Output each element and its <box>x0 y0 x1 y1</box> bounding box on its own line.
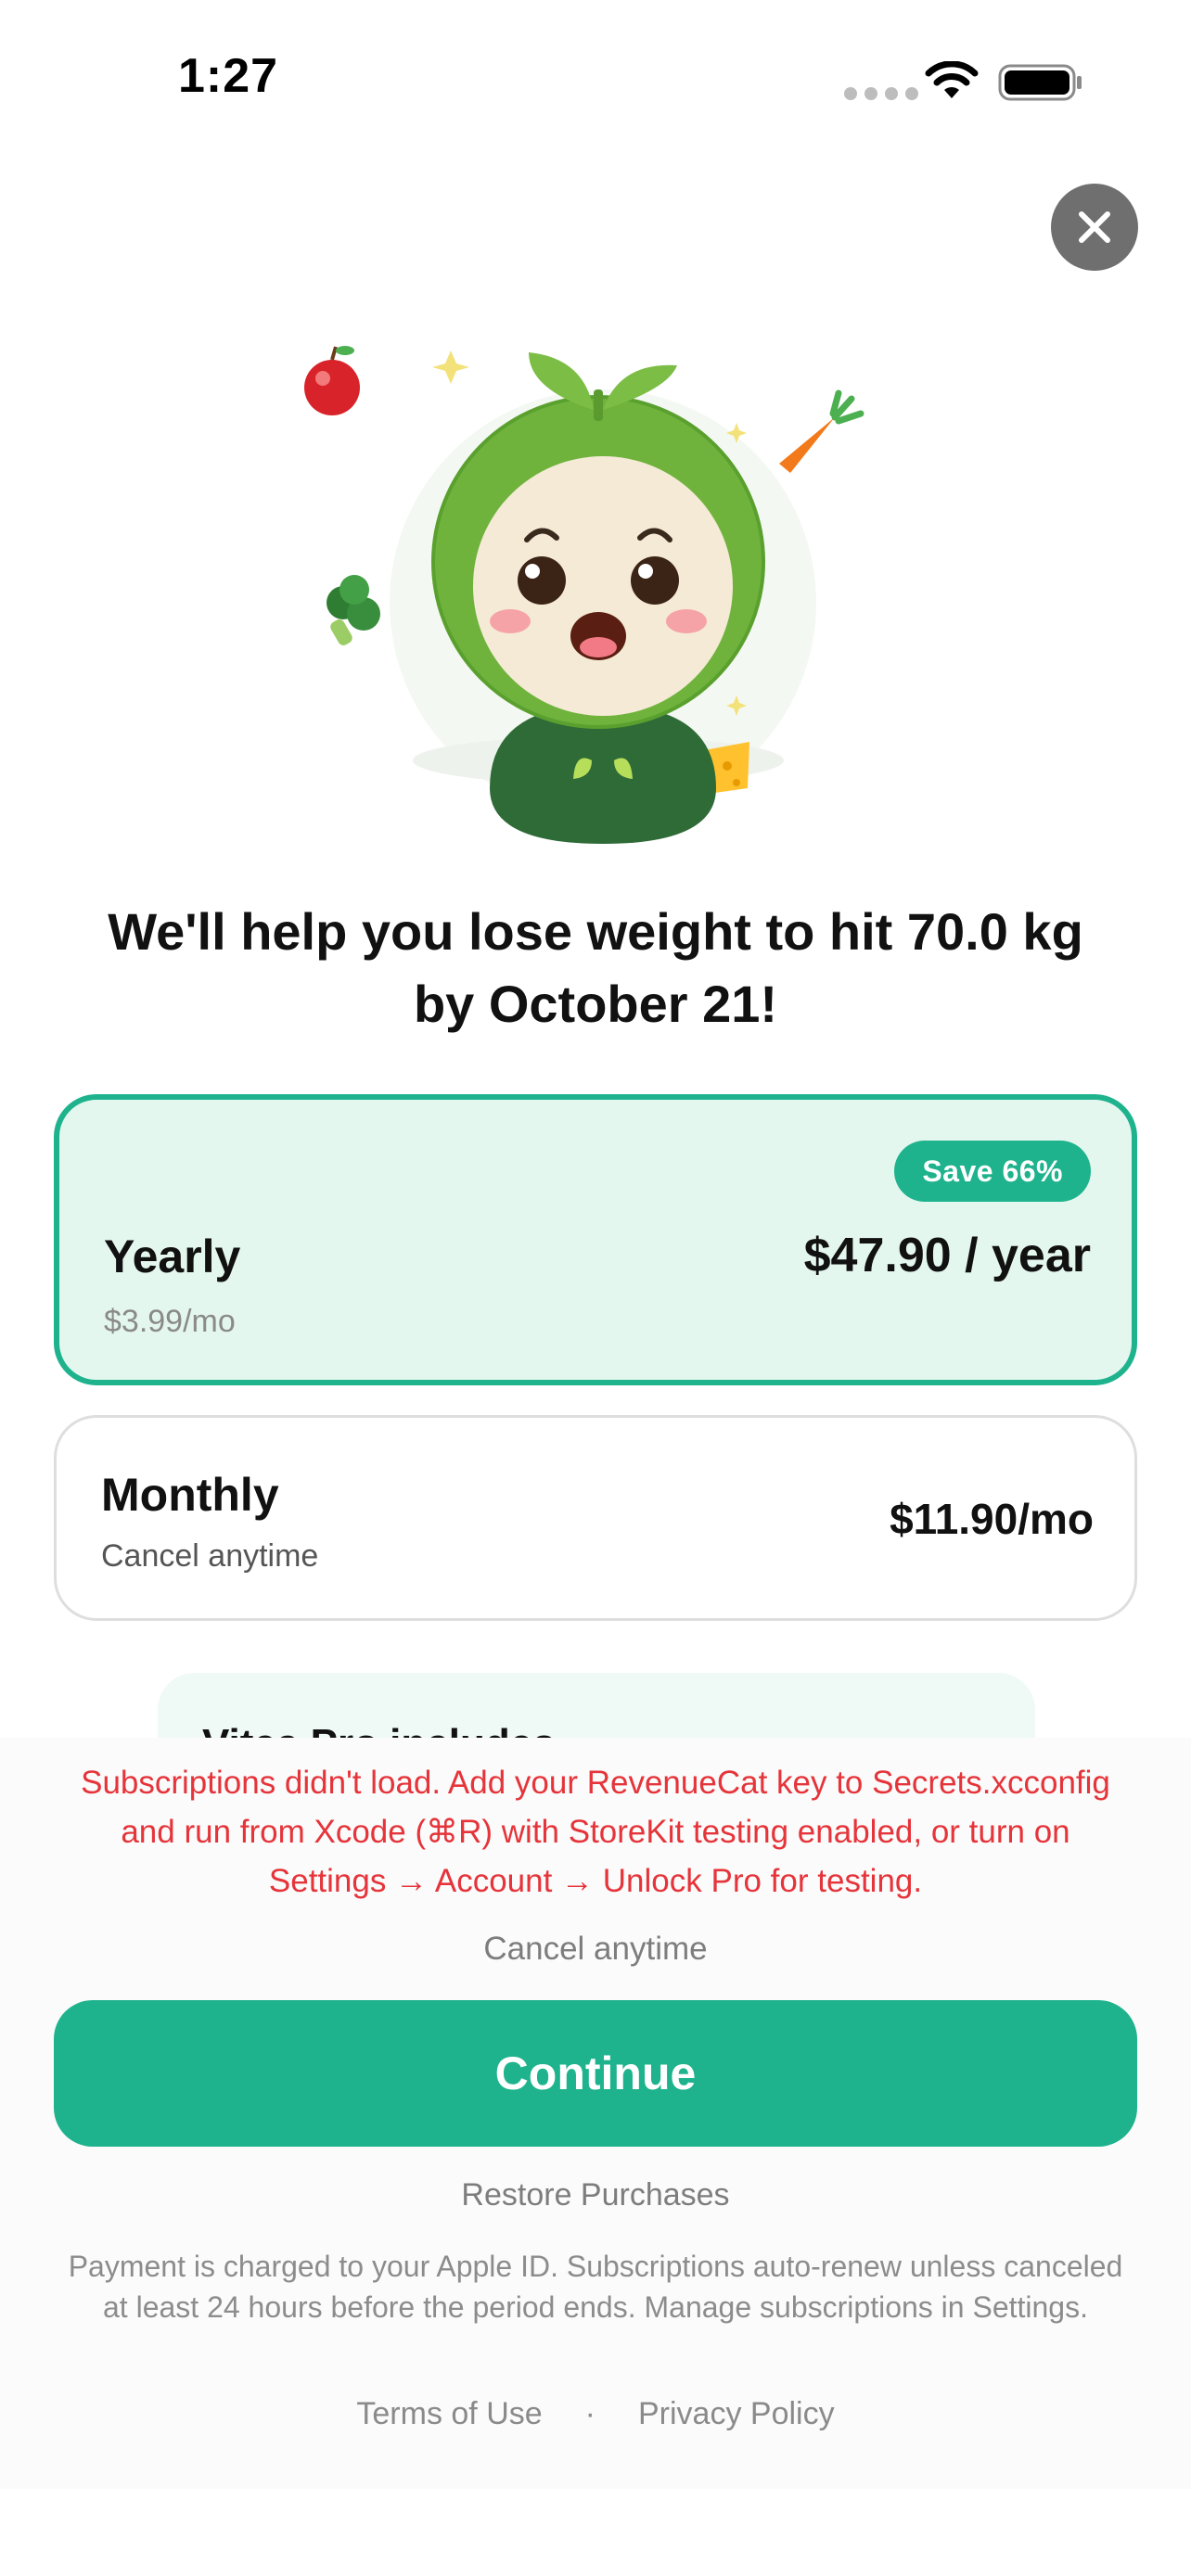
page-title: We'll help you lose weight to hit 70.0 k… <box>108 902 1083 1033</box>
plan-name-monthly: Monthly <box>101 1469 279 1521</box>
subscription-error-message: Subscriptions didn't load. Add your Reve… <box>81 1765 1110 1899</box>
signal-dots-icon <box>844 87 918 100</box>
status-time: 1:27 <box>178 49 279 103</box>
legal-disclaimer: Payment is charged to your Apple ID. Sub… <box>68 2250 1123 2324</box>
plan-monthly-equivalent: $3.99/mo <box>104 1304 236 1339</box>
footer-links: Terms of Use · Privacy Policy <box>0 2396 1191 2432</box>
home-indicator-area <box>0 2489 1191 2576</box>
terms-of-use-link[interactable]: Terms of Use <box>356 2396 542 2432</box>
battery-icon <box>998 64 1082 101</box>
plan-card-monthly[interactable]: Monthly Cancel anytime $11.90/mo <box>54 1415 1137 1621</box>
save-badge: Save 66% <box>894 1141 1091 1202</box>
apple-emoji <box>304 346 360 415</box>
plan-sub-monthly: Cancel anytime <box>101 1538 319 1574</box>
plan-price-yearly: $47.90 / year <box>803 1229 1091 1282</box>
restore-purchases-button[interactable]: Restore Purchases <box>0 2177 1191 2213</box>
cancel-anytime-note: Cancel anytime <box>483 1931 708 1967</box>
wifi-icon <box>925 61 979 98</box>
privacy-policy-link[interactable]: Privacy Policy <box>638 2396 835 2432</box>
close-icon <box>1079 211 1110 243</box>
continue-button[interactable]: Continue <box>54 2000 1137 2147</box>
plan-price-monthly: $11.90/mo <box>890 1495 1094 1543</box>
plan-card-yearly[interactable]: Save 66% Yearly $3.99/mo $47.90 / year <box>54 1094 1137 1385</box>
link-separator: · <box>584 2396 596 2431</box>
mascot-illustration <box>278 325 928 862</box>
status-bar: 1:27 <box>0 0 1191 158</box>
close-button[interactable] <box>1051 184 1138 271</box>
purchase-panel: Subscriptions didn't load. Add your Reve… <box>0 1738 1191 2489</box>
broccoli-emoji <box>327 575 380 645</box>
plan-name-yearly: Yearly <box>104 1231 241 1282</box>
carrot-emoji <box>779 389 864 473</box>
